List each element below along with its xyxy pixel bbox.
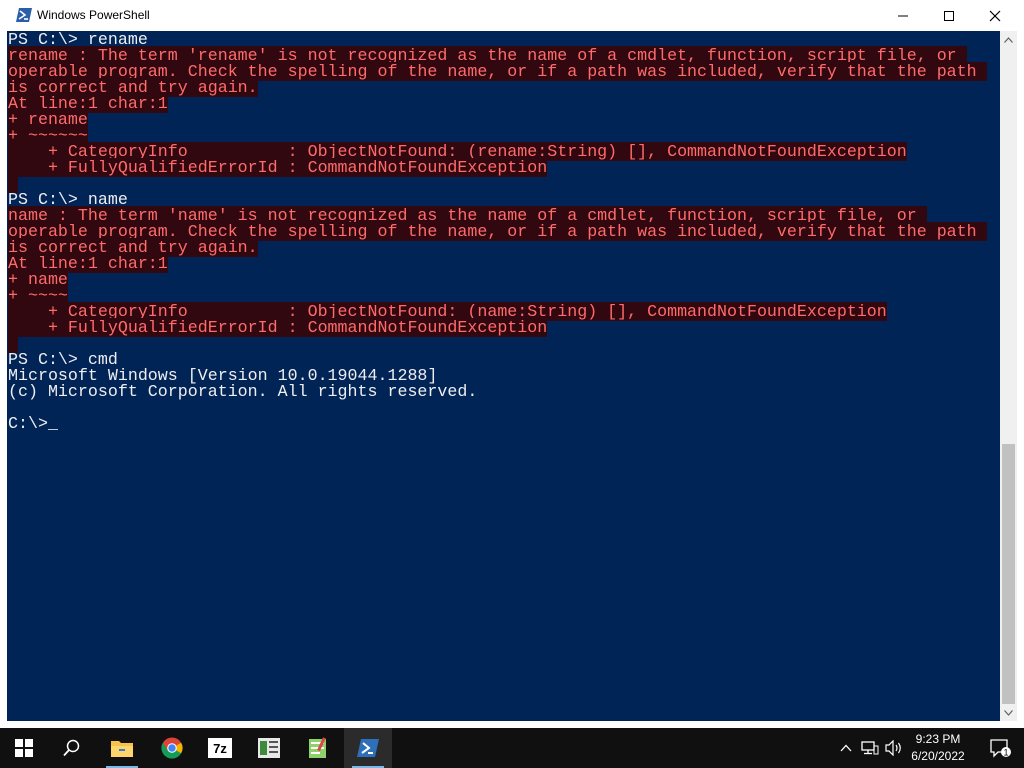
clock-time[interactable]: 9:23 PM	[906, 732, 970, 747]
network-button[interactable]	[858, 728, 882, 768]
chevron-up-icon	[840, 744, 852, 752]
title-bar[interactable]: Windows PowerShell	[0, 0, 1024, 31]
search-button[interactable]	[48, 728, 96, 768]
console-line-text: + FullyQualifiedErrorId : CommandNotFoun…	[8, 158, 548, 177]
close-icon	[989, 10, 1001, 21]
console-error-line: + FullyQualifiedErrorId : CommandNotFoun…	[8, 158, 548, 177]
console-prompt-line: C:\>_	[8, 414, 58, 433]
taskbar-file-explorer[interactable]	[98, 728, 146, 768]
close-button[interactable]	[972, 0, 1018, 31]
svg-text:7z: 7z	[213, 741, 227, 756]
file-explorer-icon	[111, 741, 133, 757]
console-output[interactable]: PS C:\> rename rename : The term 'rename'…	[7, 31, 1000, 721]
app-icon	[258, 738, 280, 758]
console-line-text: C:\>	[8, 414, 48, 433]
console-error-line: + FullyQualifiedErrorId : CommandNotFoun…	[8, 318, 548, 337]
taskbar-chrome[interactable]	[148, 728, 196, 768]
notification-count: 1	[1003, 748, 1008, 758]
7zip-icon: 7z	[208, 738, 232, 758]
clock-date[interactable]: 6/20/2022	[906, 749, 970, 764]
start-icon	[15, 739, 33, 757]
start-button[interactable]	[0, 728, 48, 768]
powershell-window: Windows PowerShell PS C:\> rename rename …	[0, 0, 1024, 728]
text-cursor: _	[47, 414, 58, 433]
network-icon	[861, 741, 879, 755]
taskbar-7zip[interactable]: 7z	[196, 728, 244, 768]
maximize-icon	[944, 10, 954, 21]
search-icon	[63, 739, 80, 757]
minimize-button[interactable]	[880, 0, 926, 31]
scroll-down-button[interactable]	[1000, 704, 1017, 721]
powershell-icon	[16, 8, 32, 22]
show-hidden-icons-button[interactable]	[834, 728, 858, 768]
chevron-down-icon	[1004, 709, 1013, 716]
action-center-button[interactable]: 1	[976, 728, 1024, 768]
taskbar-powershell[interactable]	[344, 728, 392, 768]
vertical-scrollbar[interactable]	[1000, 31, 1017, 721]
notification-icon: 1	[990, 739, 1011, 758]
taskbar-notepad[interactable]	[294, 728, 342, 768]
console-line: (c) Microsoft Corporation. All rights re…	[8, 382, 478, 401]
maximize-button[interactable]	[926, 0, 972, 31]
notepad-icon	[309, 737, 326, 758]
console-line-text: + FullyQualifiedErrorId : CommandNotFoun…	[8, 318, 548, 337]
window-title: Windows PowerShell	[37, 8, 150, 22]
minimize-icon	[898, 15, 908, 16]
scrollbar-thumb[interactable]	[1002, 444, 1015, 704]
taskbar: 7z 9:23 PM 6/20/2022 1	[0, 728, 1024, 768]
powershell-icon	[357, 739, 379, 757]
console-line-text: (c) Microsoft Corporation. All rights re…	[8, 382, 478, 401]
volume-button[interactable]	[882, 728, 906, 768]
volume-icon	[885, 740, 901, 756]
chrome-icon	[161, 737, 183, 759]
scroll-up-button[interactable]	[1000, 31, 1017, 48]
taskbar-app[interactable]	[245, 728, 293, 768]
chevron-up-icon	[1004, 36, 1013, 43]
